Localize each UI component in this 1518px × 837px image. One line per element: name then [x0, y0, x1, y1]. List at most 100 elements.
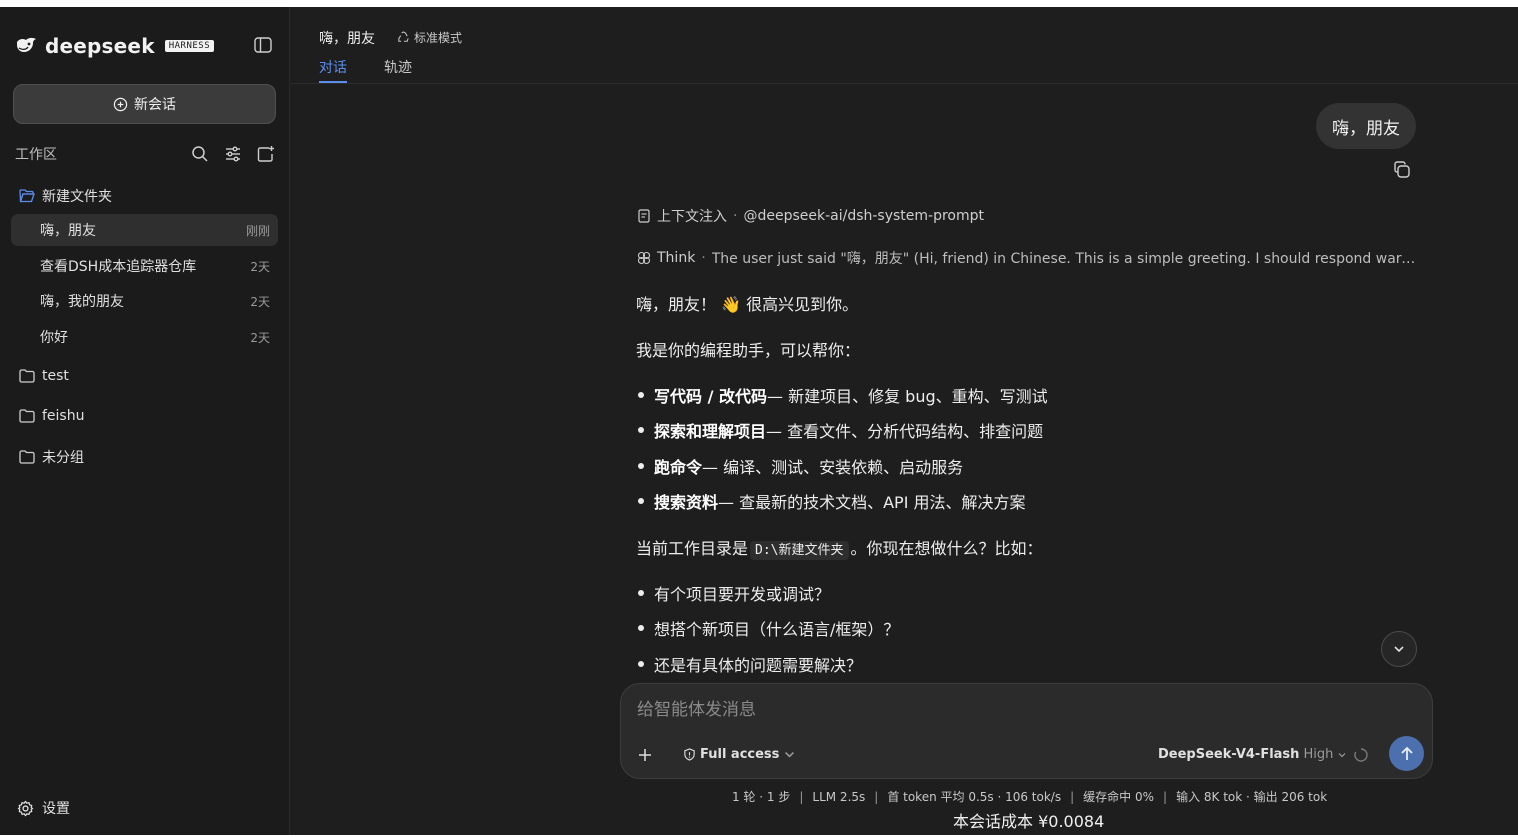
attach-button[interactable]: [631, 741, 659, 769]
access-label: Full access: [700, 747, 780, 762]
answer-intro: 我是你的编程助手，可以帮你：: [636, 341, 861, 360]
stat-separator: |: [1163, 790, 1168, 804]
folder-ungrouped[interactable]: 未分组: [19, 447, 84, 467]
search-icon: [192, 146, 208, 162]
gear-icon: [17, 800, 34, 816]
answer-greeting: 嗨，朋友！ 👋 很高兴见到你。: [636, 295, 859, 314]
access-selector[interactable]: Full access: [683, 747, 796, 762]
send-button[interactable]: [1389, 736, 1424, 771]
sidebar: deepseek HARNESS 新会话 工作区 新建文件夹 嗨，朋友 刚刚 查…: [0, 7, 290, 835]
folder-icon: [19, 409, 35, 423]
bullet-dot: [638, 661, 644, 667]
chat-item-time: 2天: [250, 259, 270, 274]
settings-button[interactable]: 设置: [17, 798, 70, 818]
model-selector[interactable]: DeepSeek-V4-Flash High: [1158, 747, 1347, 762]
chat-item-time: 刚刚: [245, 223, 270, 238]
chat-item-time: 2天: [250, 294, 270, 309]
copy-icon[interactable]: [1393, 161, 1411, 179]
bullet-dot: [638, 498, 644, 504]
capability-desc: — 查最新的技术文档、API 用法、解决方案: [718, 493, 1026, 512]
new-folder-button[interactable]: [257, 145, 275, 163]
logo: deepseek HARNESS: [15, 34, 215, 58]
bullet-dot: [638, 463, 644, 469]
harness-badge: HARNESS: [164, 40, 215, 52]
folder-icon: [19, 369, 35, 383]
plus-icon: [639, 749, 651, 761]
chevron-down-icon: [1338, 752, 1346, 757]
cwd-path-code: D:\新建文件夹: [750, 541, 849, 560]
new-chat-button[interactable]: 新会话: [13, 84, 276, 124]
think-summary: The user just said "嗨，朋友" (Hi, friend) i…: [711, 251, 1416, 267]
context-injection-row[interactable]: 上下文注入 · @deepseek-ai/dsh-system-prompt: [637, 206, 984, 226]
loading-spinner-icon: [1354, 748, 1368, 762]
list-item: 写代码 / 改代码 — 新建项目、修复 bug、重构、写测试: [638, 383, 1048, 407]
chat-item[interactable]: 查看DSH成本追踪器仓库 2天: [11, 250, 278, 282]
session-stats: 1 轮 · 1 步 | LLM 2.5s | 首 token 平均 0.5s · 106…: [732, 788, 1327, 805]
separator-dot: ·: [701, 250, 706, 266]
model-level: High: [1303, 747, 1334, 762]
bullet-dot: [638, 590, 644, 596]
user-message-text: 嗨，朋友: [1332, 118, 1400, 139]
filter-button[interactable]: [224, 145, 242, 163]
settings-label: 设置: [42, 801, 70, 817]
mode-indicator[interactable]: 标准模式: [397, 29, 462, 46]
answer-cwd: 当前工作目录是 D:\新建文件夹 。你现在想做什么？比如：: [636, 535, 1043, 560]
folder-new-folder[interactable]: 新建文件夹: [19, 186, 112, 206]
chat-item[interactable]: 嗨，朋友 刚刚: [11, 214, 278, 246]
chat-item[interactable]: 你好 2天: [11, 321, 278, 353]
chat-item-title: 你好: [40, 330, 68, 346]
list-item: 想搭个新项目（什么语言/框架）？: [638, 616, 899, 640]
chat-item-title: 嗨，朋友: [40, 223, 96, 239]
stat-llm: LLM 2.5s: [812, 790, 866, 804]
list-item: 有个项目要开发或调试？: [638, 581, 830, 605]
folder-plus-icon: [257, 146, 274, 162]
stat-separator: |: [1070, 790, 1075, 804]
tab-trace[interactable]: 轨迹: [384, 57, 412, 77]
folder-label: feishu: [42, 408, 85, 424]
bullet-dot: [638, 392, 644, 398]
main-panel: 嗨，朋友 标准模式 对话 轨迹 嗨，朋友 上下文注入 · @deepseek-a…: [291, 7, 1518, 835]
message-input[interactable]: [637, 696, 1397, 724]
shield-icon: [684, 748, 695, 761]
folder-feishu[interactable]: feishu: [19, 408, 84, 424]
capability-title: 搜索资料: [654, 493, 719, 512]
model-name: DeepSeek-V4-Flash: [1158, 747, 1300, 762]
search-button[interactable]: [191, 145, 209, 163]
session-cost: 本会话成本 ¥0.0084: [953, 812, 1105, 831]
stat-tokens: 输入 8K tok · 输出 206 tok: [1176, 790, 1328, 804]
folder-label: 新建文件夹: [42, 189, 112, 205]
message-composer: Full access DeepSeek-V4-Flash High: [620, 683, 1433, 779]
new-chat-label: 新会话: [134, 97, 176, 113]
capability-title: 探索和理解项目: [654, 422, 767, 441]
cwd-prefix: 当前工作目录是: [636, 539, 749, 558]
list-item: 探索和理解项目 — 查看文件、分析代码结构、排查问题: [638, 418, 1043, 442]
suggestion-text: 想搭个新项目（什么语言/框架）？: [654, 620, 900, 639]
document-icon: [638, 209, 650, 223]
suggestion-text: 有个项目要开发或调试？: [654, 585, 831, 604]
scroll-to-bottom-button[interactable]: [1381, 631, 1417, 667]
capability-title: 写代码 / 改代码: [654, 387, 767, 406]
bullet-dot: [638, 427, 644, 433]
think-row[interactable]: Think · The user just said "嗨，朋友" (Hi, f…: [637, 248, 1416, 268]
capability-title: 跑命令: [654, 458, 703, 477]
plus-circle-icon: [113, 97, 128, 111]
top-bar: 嗨，朋友 标准模式 对话 轨迹: [291, 7, 1518, 84]
whale-logo-icon: [17, 37, 36, 52]
capability-desc: — 编译、测试、安装依赖、启动服务: [702, 458, 964, 477]
sliders-icon: [226, 146, 240, 162]
stat-rounds: 1 轮 · 1 步: [732, 790, 791, 804]
chat-item-title: 嗨，我的朋友: [40, 294, 124, 310]
context-value: @deepseek-ai/dsh-system-prompt: [743, 208, 985, 224]
mode-label: 标准模式: [414, 31, 463, 45]
tab-conversation[interactable]: 对话: [319, 57, 347, 77]
folder-open-icon: [19, 189, 35, 203]
context-label: 上下文注入: [657, 209, 727, 225]
folder-test[interactable]: test: [19, 368, 69, 384]
app-window: deepseek HARNESS 新会话 工作区 新建文件夹 嗨，朋友 刚刚 查…: [0, 7, 1518, 835]
brain-icon: [637, 251, 651, 265]
bullet-dot: [638, 625, 644, 631]
folder-label: 未分组: [42, 450, 84, 466]
chat-item[interactable]: 嗨，我的朋友 2天: [11, 285, 278, 317]
think-label: Think: [657, 250, 696, 266]
sidebar-toggle-icon[interactable]: [254, 37, 272, 53]
